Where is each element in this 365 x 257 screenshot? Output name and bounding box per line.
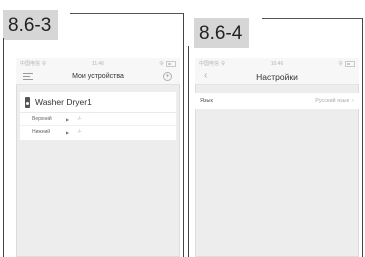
status-bar: 中国电信 令 11:46 令 bbox=[16, 58, 180, 69]
hamburger-menu-icon[interactable] bbox=[23, 73, 33, 82]
play-triangle-icon: ▶ bbox=[66, 116, 70, 122]
figure-label-1: 8.6-3 bbox=[3, 10, 59, 40]
device-name: Washer Dryer1 bbox=[35, 97, 92, 107]
frame-line bbox=[183, 13, 184, 257]
status-bar: 中国电信 令 10:46 令 bbox=[195, 58, 359, 69]
chevron-left-icon[interactable]: ‹ bbox=[204, 70, 207, 81]
language-label: Язык bbox=[200, 98, 213, 104]
page-title: Мои устройства bbox=[72, 73, 124, 80]
phone-screen-settings: 中国电信 令 10:46 令 ‹ Настройки Язык Русский … bbox=[195, 58, 359, 257]
drum-row-lower[interactable]: Нижний ▶ -/- bbox=[20, 126, 176, 138]
language-setting-row[interactable]: Язык Русский язык › bbox=[195, 93, 359, 109]
frame-line bbox=[3, 38, 4, 257]
drum-name: Верхний bbox=[32, 116, 52, 122]
battery-icon bbox=[345, 60, 355, 67]
battery-icon bbox=[166, 60, 176, 67]
plus-circle-icon[interactable]: + bbox=[163, 72, 172, 81]
frame-line bbox=[362, 18, 363, 257]
status-time: 11:46 bbox=[91, 60, 105, 67]
drum-name: Нижний bbox=[32, 129, 51, 135]
drum-status: -/- bbox=[77, 129, 82, 135]
phone-screen-devices: 中国电信 令 11:46 令 Мои устройства + Washer D… bbox=[16, 58, 180, 257]
page-title: Настройки bbox=[256, 71, 298, 82]
play-triangle-icon: ▶ bbox=[66, 129, 70, 135]
header-rule-2 bbox=[262, 18, 362, 19]
header-rule-1 bbox=[70, 13, 183, 14]
drum-status: -/- bbox=[77, 116, 82, 122]
nav-bar: ‹ Настройки bbox=[195, 69, 359, 85]
chevron-right-icon: › bbox=[352, 98, 354, 104]
nav-bar: Мои устройства + bbox=[16, 69, 180, 85]
washer-icon bbox=[25, 96, 30, 108]
figure-label-2: 8.6-4 bbox=[194, 18, 250, 48]
language-value: Русский язык bbox=[315, 98, 349, 104]
frame-line bbox=[188, 46, 189, 257]
drum-row-upper[interactable]: Верхний ▶ -/- bbox=[20, 113, 176, 126]
device-header[interactable]: Washer Dryer1 bbox=[20, 92, 176, 113]
device-card[interactable]: Washer Dryer1 Верхний ▶ -/- Нижний ▶ -/- bbox=[20, 92, 176, 140]
status-time: 10:46 bbox=[270, 60, 284, 67]
